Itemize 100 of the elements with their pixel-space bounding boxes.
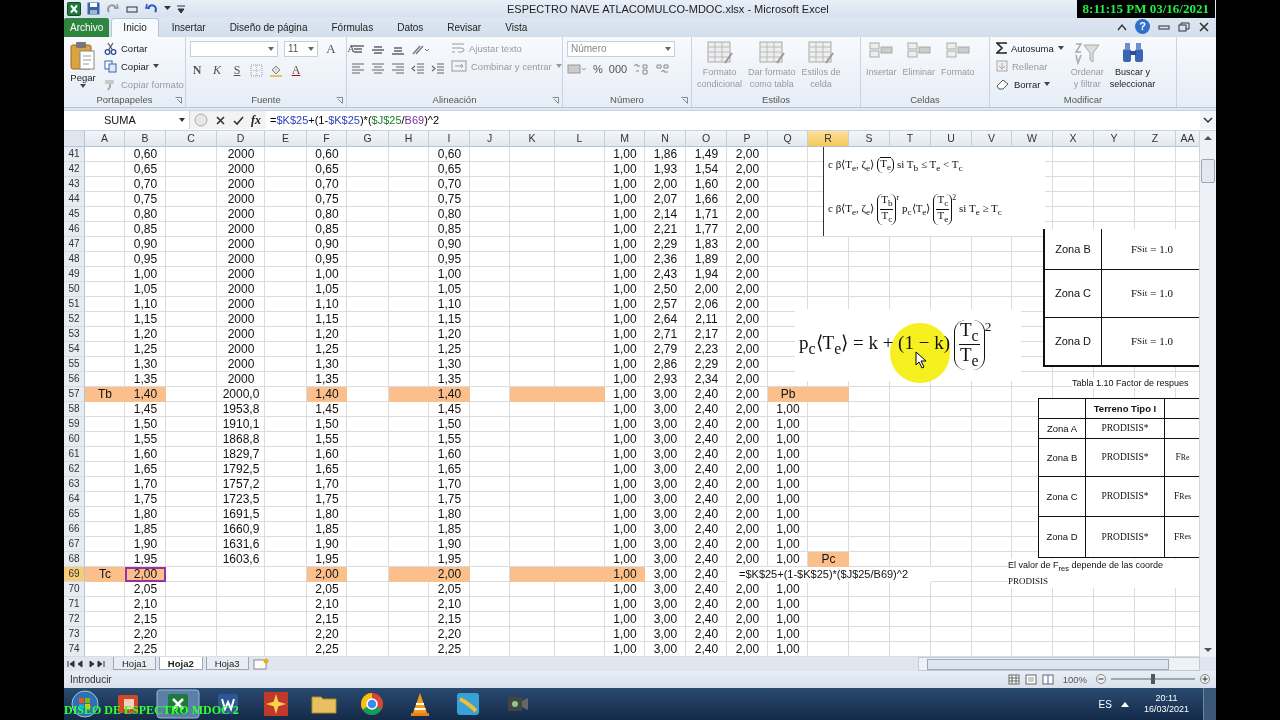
ribbon-tab[interactable]: Revisar bbox=[436, 17, 493, 37]
table-cell-text: 2,00 bbox=[734, 491, 761, 507]
expand-icon[interactable] bbox=[1200, 111, 1216, 130]
cancel-icon[interactable] bbox=[215, 114, 226, 126]
sheet-tab[interactable]: Hoja1 bbox=[113, 657, 156, 671]
currency-icon[interactable] bbox=[567, 62, 587, 75]
percent-button[interactable]: % bbox=[593, 62, 603, 75]
help-button[interactable]: ? bbox=[1135, 19, 1150, 35]
autosum-button[interactable]: Autosuma bbox=[994, 39, 1066, 57]
checkmark-icon[interactable] bbox=[233, 114, 244, 126]
table-cell-text: 2,05 bbox=[314, 581, 340, 597]
font-color-button[interactable]: A bbox=[289, 62, 303, 78]
caret-icon bbox=[308, 46, 314, 51]
table-cell-text: 2,00 bbox=[734, 611, 761, 627]
table-cell-text: 1,00 bbox=[612, 386, 638, 402]
save-icon[interactable] bbox=[87, 2, 100, 16]
underline-button[interactable]: S bbox=[230, 62, 244, 78]
dialog-launcher-icon[interactable] bbox=[175, 96, 182, 104]
table-cell-text: 2,40 bbox=[693, 461, 720, 477]
taskbar-time: 20:11 bbox=[1155, 693, 1178, 704]
collapse-ribbon-icon[interactable] bbox=[1117, 22, 1127, 31]
table-cell-text: 2000 bbox=[226, 251, 256, 267]
slider-thumb[interactable] bbox=[1151, 674, 1155, 685]
decrease-decimal-icon[interactable] bbox=[655, 62, 672, 75]
normal-view-icon[interactable] bbox=[1007, 673, 1020, 685]
merge-cells-icon bbox=[451, 60, 467, 72]
font-size-field[interactable]: 11 bbox=[284, 40, 318, 57]
table-cell-text: 3,00 bbox=[652, 536, 679, 552]
close-icon[interactable] bbox=[1198, 21, 1210, 32]
zoom-in-icon[interactable] bbox=[1200, 674, 1210, 685]
cut-button[interactable]: Cortar bbox=[102, 39, 186, 57]
increase-decimal-icon[interactable] bbox=[633, 62, 650, 75]
page-layout-icon[interactable] bbox=[1024, 673, 1037, 685]
undo-icon[interactable] bbox=[144, 2, 158, 15]
window-icon[interactable] bbox=[126, 3, 138, 14]
text-angle-icon[interactable] bbox=[411, 43, 429, 56]
table-cell-text: 1,20 bbox=[132, 326, 159, 342]
fill-color-icon[interactable] bbox=[269, 63, 283, 77]
bold-button[interactable]: N bbox=[190, 62, 204, 78]
table-cell-text: 2,15 bbox=[436, 611, 463, 627]
zoom-level[interactable]: 100% bbox=[1062, 673, 1087, 685]
table-cell-text: 2,40 bbox=[693, 611, 720, 627]
table-cell-text: 1,95 bbox=[314, 551, 340, 567]
file-tab[interactable]: Archivo bbox=[64, 17, 110, 37]
italic-button[interactable]: K bbox=[210, 62, 224, 78]
grow-font-button[interactable]: A bbox=[324, 40, 338, 57]
table-cell-text: 1,60 bbox=[693, 176, 720, 192]
table-cell-text: 3,00 bbox=[652, 566, 679, 582]
shrink-font-button[interactable]: A bbox=[344, 43, 358, 54]
table-cell-text: 1,00 bbox=[612, 536, 638, 552]
zoom-out-icon[interactable] bbox=[1096, 674, 1106, 685]
restore-icon[interactable] bbox=[1178, 21, 1190, 32]
formula-field[interactable]: =$K$25+(1-$K$25)*($J$25/B69)^2 bbox=[266, 114, 1200, 127]
ribbon-tab[interactable]: Diseño de página bbox=[218, 17, 319, 37]
group-label: Alineación bbox=[432, 94, 477, 105]
align-middle-icon[interactable] bbox=[371, 43, 385, 56]
table-cell-text: 1,00 bbox=[775, 506, 801, 522]
table-cell-text: 1,90 bbox=[132, 536, 159, 552]
ribbon-tab[interactable]: Insertar bbox=[160, 17, 217, 37]
sheet-tab[interactable]: Hoja2 bbox=[158, 657, 203, 671]
scrollbar-thumb[interactable] bbox=[1201, 158, 1215, 183]
table-cell-text: 2,00 bbox=[734, 626, 761, 642]
table-cell-text: 2,36 bbox=[652, 251, 679, 267]
caret-icon bbox=[665, 46, 671, 51]
caret-icon bbox=[268, 46, 274, 51]
table-cell-text: 0,80 bbox=[436, 206, 463, 222]
decrease-indent-icon[interactable] bbox=[411, 61, 425, 74]
ribbon-tab[interactable]: Vista bbox=[494, 17, 539, 37]
table-cell-text: 1,55 bbox=[314, 431, 340, 447]
ribbon-tab[interactable]: Datos bbox=[386, 17, 435, 37]
language-indicator[interactable]: ES bbox=[1098, 698, 1112, 710]
clear-button[interactable]: Borrar bbox=[994, 75, 1066, 93]
table-cell-text: 1,00 bbox=[775, 431, 801, 447]
clipboard-icon bbox=[70, 40, 96, 71]
font-name-field[interactable] bbox=[190, 40, 278, 57]
ribbon-tab[interactable]: Fórmulas bbox=[320, 17, 385, 37]
table-cell-text: 0,90 bbox=[436, 236, 463, 252]
tray-arrow-icon[interactable] bbox=[1119, 700, 1130, 708]
dialog-launcher-icon[interactable] bbox=[552, 96, 559, 104]
thousands-button[interactable]: 000 bbox=[608, 62, 628, 75]
table-cell-text: 1,00 bbox=[612, 476, 638, 492]
ribbon-tab[interactable]: Inicio bbox=[111, 17, 159, 37]
number-format-field[interactable]: Número bbox=[567, 40, 675, 57]
insert-function-button[interactable]: fx bbox=[251, 112, 261, 128]
paste-button[interactable]: Pegar bbox=[68, 39, 98, 89]
table-cell-text: 1,00 bbox=[612, 326, 638, 342]
dialog-launcher-icon[interactable] bbox=[336, 96, 343, 104]
table-cell-text: 1,00 bbox=[612, 191, 638, 207]
table-cell-text: 1,25 bbox=[132, 341, 159, 357]
sheet-tab[interactable]: Hoja3 bbox=[205, 657, 249, 671]
page-break-icon[interactable] bbox=[1041, 673, 1054, 685]
customize-toolbar-icon[interactable] bbox=[177, 3, 185, 14]
dialog-launcher-icon[interactable] bbox=[681, 96, 688, 104]
find-select-button[interactable]: Buscar y seleccionar bbox=[1108, 39, 1157, 91]
redo-icon[interactable] bbox=[106, 2, 120, 15]
copy-button[interactable]: Copiar bbox=[102, 57, 186, 75]
table-cell-text: 0,65 bbox=[314, 161, 340, 177]
increase-indent-icon[interactable] bbox=[431, 61, 445, 74]
table-cell-text: 2000 bbox=[226, 266, 256, 282]
caret-icon[interactable] bbox=[164, 6, 171, 12]
